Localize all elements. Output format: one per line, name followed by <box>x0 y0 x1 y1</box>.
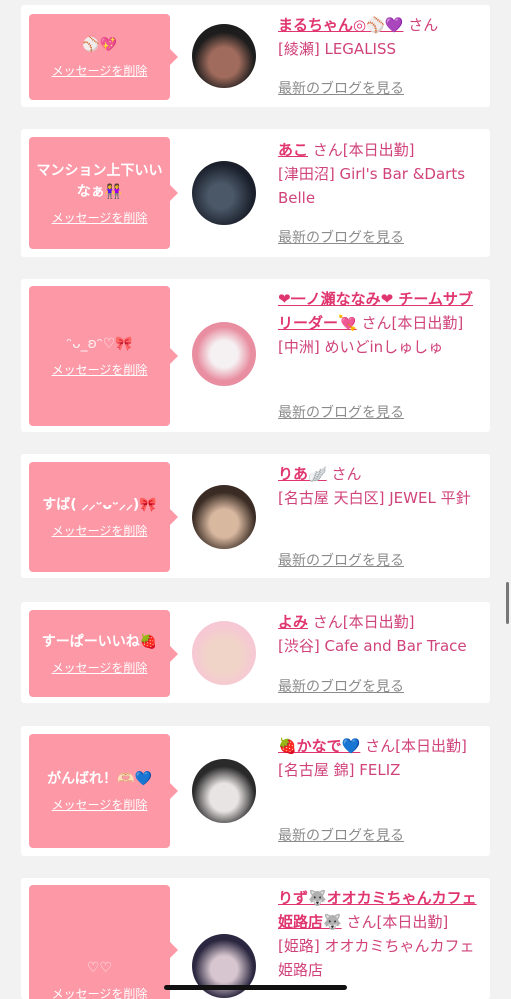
message-bubble: マンション上下いいなぁ👭 メッセージを削除 <box>29 137 178 249</box>
cast-name-link[interactable]: よみ <box>278 613 308 631</box>
message-text: すば( ⸝⸝ᵕᴗᵕ⸝⸝)🎀 <box>42 497 157 513</box>
latest-blog-link[interactable]: 最新のブログを見る <box>278 550 404 570</box>
cast-name-link[interactable]: あこ <box>278 141 308 159</box>
message-card: ♡♡ メッセージを削除 りず🐺オオカミちゃんカフェ姫路店🐺 さん[本日出勤] [… <box>21 878 490 999</box>
delete-message-link[interactable]: メッセージを削除 <box>52 659 148 676</box>
delete-message-link[interactable]: メッセージを削除 <box>52 522 148 539</box>
cast-suffix: さん[本日出勤] <box>312 613 415 631</box>
message-bubble: すーぱーいいね🍓 メッセージを削除 <box>29 610 178 697</box>
avatar[interactable] <box>192 24 256 88</box>
cast-name-link[interactable]: 🍓かなで💙 <box>278 737 360 755</box>
shop-detail: [津田沼] Girl's Bar &Darts Belle <box>278 165 466 207</box>
shop-detail: [中洲] めいどinしゅしゅ <box>278 338 444 356</box>
message-text: ♡♡ <box>86 960 113 976</box>
cast-info: ❤一ノ瀬ななみ❤ チームサブリーダー💘 さん[本日出勤] [中洲] めいどinし… <box>278 287 483 359</box>
cast-info: りず🐺オオカミちゃんカフェ姫路店🐺 さん[本日出勤] [姫路] オオカミちゃんカ… <box>278 886 483 982</box>
message-text: がんばれ！🫶🏻💙 <box>47 771 152 787</box>
message-card: マンション上下いいなぁ👭 メッセージを削除 あこ さん[本日出勤] [津田沼] … <box>21 129 490 257</box>
message-bubble: すば( ⸝⸝ᵕᴗᵕ⸝⸝)🎀 メッセージを削除 <box>29 462 178 572</box>
shop-detail: [名古屋 天白区] JEWEL 平針 <box>278 489 471 507</box>
cast-name-link[interactable]: まるちゃん◎⚾️💜 <box>278 16 403 34</box>
message-text: ⚾️💖 <box>82 37 117 53</box>
cast-suffix: さん <box>408 16 439 34</box>
shop-detail: [名古屋 錦] FELIZ <box>278 761 401 779</box>
avatar[interactable] <box>192 621 256 685</box>
cast-info: あこ さん[本日出勤] [津田沼] Girl's Bar &Darts Bell… <box>278 138 483 210</box>
cast-info: よみ さん[本日出勤] [渋谷] Cafe and Bar Trace <box>278 610 483 658</box>
message-card: すば( ⸝⸝ᵕᴗᵕ⸝⸝)🎀 メッセージを削除 りあ🪽 さん [名古屋 天白区] … <box>21 454 490 578</box>
cast-suffix: さん <box>331 465 362 483</box>
avatar[interactable] <box>192 322 256 386</box>
message-text: マンション上下いいなぁ👭 <box>36 162 163 200</box>
cast-suffix: さん[本日出勤] <box>361 314 464 332</box>
message-bubble: ᵔ⁠ᴗ⁠_⁠ʚ⁠ᵔ♡🎀 メッセージを削除 <box>29 286 178 426</box>
cast-info: 🍓かなで💙 さん[本日出勤] [名古屋 錦] FELIZ <box>278 734 483 782</box>
delete-message-link[interactable]: メッセージを削除 <box>52 796 148 813</box>
message-bubble: ♡♡ メッセージを削除 <box>29 885 178 999</box>
cast-info: まるちゃん◎⚾️💜 さん [綾瀬] LEGALISS <box>278 13 483 61</box>
cast-suffix: さん[本日出勤] <box>365 737 467 755</box>
message-card: ᵔ⁠ᴗ⁠_⁠ʚ⁠ᵔ♡🎀 メッセージを削除 ❤一ノ瀬ななみ❤ チームサブリーダー💘… <box>21 279 490 432</box>
avatar[interactable] <box>192 161 256 225</box>
cast-suffix: さん[本日出勤] <box>312 141 415 159</box>
shop-detail: [姫路] オオカミちゃんカフェ 姫路店 <box>278 937 475 979</box>
message-text: すーぱーいいね🍓 <box>41 633 158 650</box>
latest-blog-link[interactable]: 最新のブログを見る <box>278 825 404 845</box>
message-bubble: ⚾️💖 メッセージを削除 <box>29 14 178 100</box>
home-indicator[interactable] <box>164 985 347 990</box>
delete-message-link[interactable]: メッセージを削除 <box>52 62 148 79</box>
message-card: すーぱーいいね🍓 メッセージを削除 よみ さん[本日出勤] [渋谷] Cafe … <box>21 602 490 703</box>
shop-detail: [綾瀬] LEGALISS <box>278 40 397 58</box>
delete-message-link[interactable]: メッセージを削除 <box>52 209 148 226</box>
scrollbar[interactable] <box>506 582 509 624</box>
delete-message-link[interactable]: メッセージを削除 <box>52 361 148 378</box>
message-card: ⚾️💖 メッセージを削除 まるちゃん◎⚾️💜 さん [綾瀬] LEGALISS … <box>21 5 490 107</box>
message-bubble: がんばれ！🫶🏻💙 メッセージを削除 <box>29 734 178 848</box>
latest-blog-link[interactable]: 最新のブログを見る <box>278 227 404 247</box>
avatar[interactable] <box>192 759 256 823</box>
latest-blog-link[interactable]: 最新のブログを見る <box>278 402 404 422</box>
cast-info: りあ🪽 さん [名古屋 天白区] JEWEL 平針 <box>278 462 483 510</box>
shop-detail: [渋谷] Cafe and Bar Trace <box>278 637 467 655</box>
latest-blog-link[interactable]: 最新のブログを見る <box>278 78 404 98</box>
latest-blog-link[interactable]: 最新のブログを見る <box>278 676 404 696</box>
avatar[interactable] <box>192 485 256 549</box>
delete-message-link[interactable]: メッセージを削除 <box>52 985 148 999</box>
cast-suffix: さん[本日出勤] <box>346 913 449 931</box>
cast-name-link[interactable]: りあ🪽 <box>278 465 327 483</box>
message-text: ᵔ⁠ᴗ⁠_⁠ʚ⁠ᵔ♡🎀 <box>66 336 133 352</box>
message-card: がんばれ！🫶🏻💙 メッセージを削除 🍓かなで💙 さん[本日出勤] [名古屋 錦]… <box>21 726 490 856</box>
